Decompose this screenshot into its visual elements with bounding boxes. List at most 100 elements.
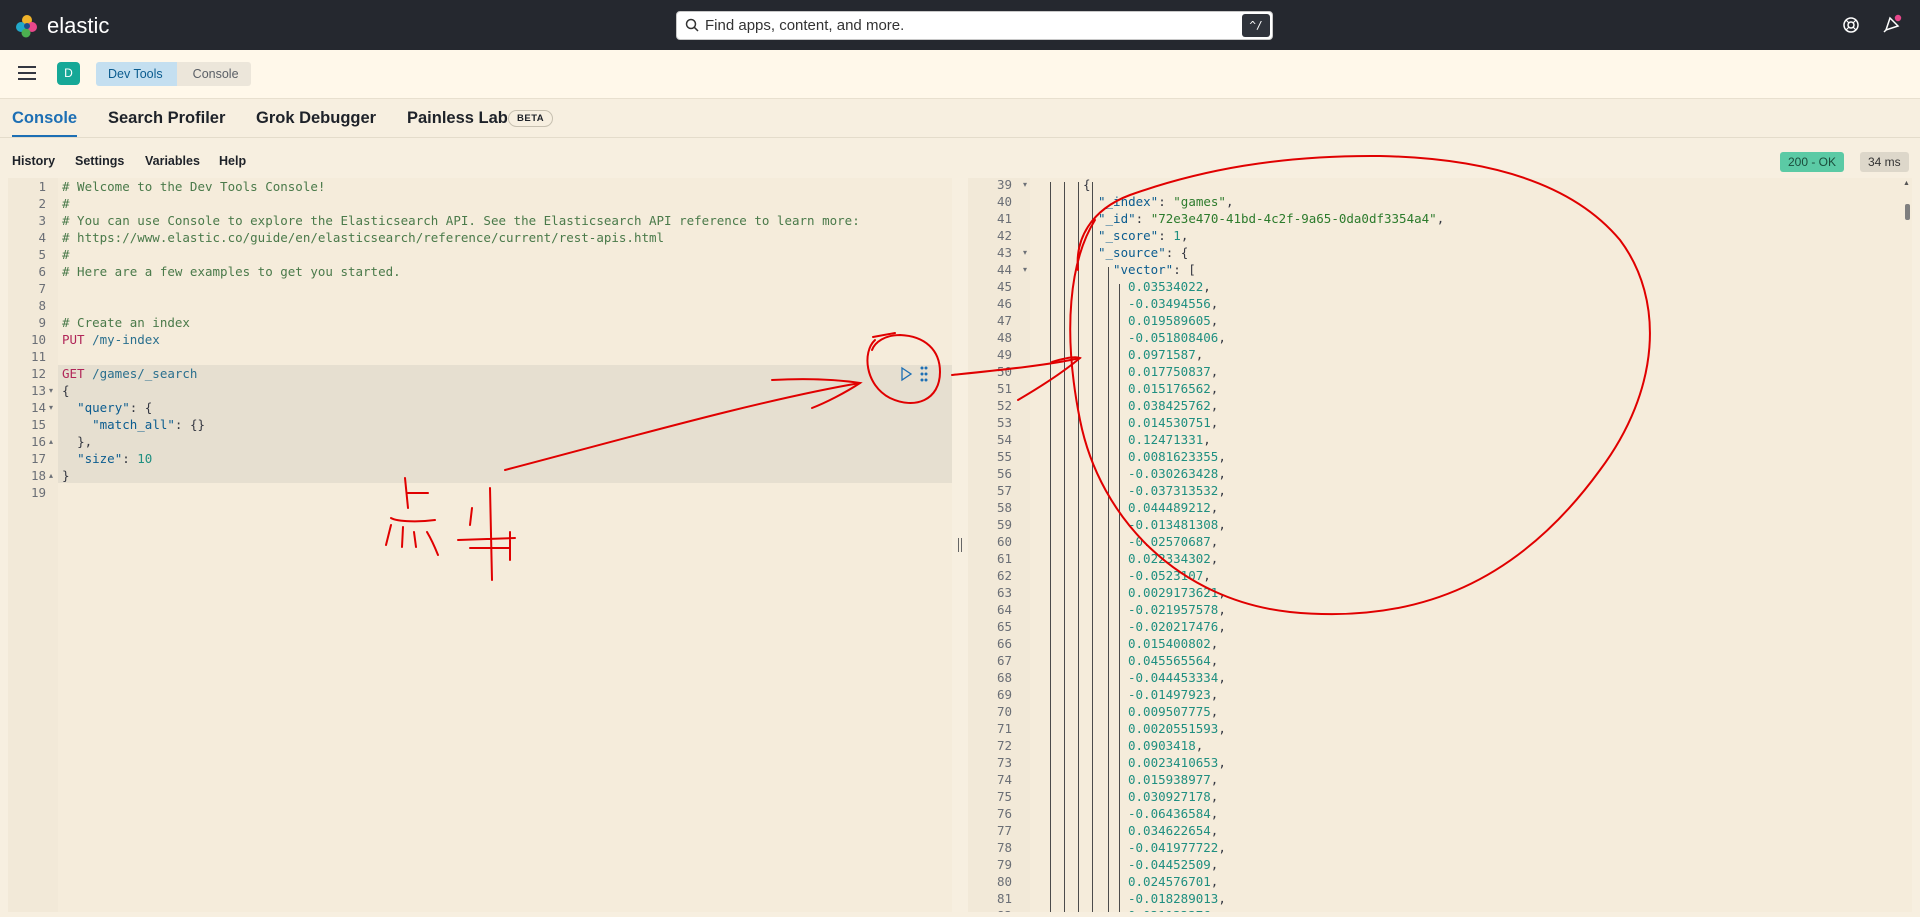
json-punct: { <box>1083 178 1091 192</box>
vector-value: 0.015400802 <box>1128 636 1211 651</box>
response-line-number: 75 <box>996 789 1012 804</box>
json-punct: , <box>1218 330 1226 345</box>
json-punct: , <box>1218 585 1226 600</box>
json-punct: , <box>1218 840 1226 855</box>
response-code-line: -0.04452509, <box>1128 856 1218 873</box>
send-request-icon[interactable] <box>901 366 913 382</box>
indent-guide <box>1119 284 1120 912</box>
vector-value: -0.0523107 <box>1128 568 1204 583</box>
response-code-line: -0.06436584, <box>1128 805 1218 822</box>
indent-guide <box>1108 267 1109 912</box>
newsfeed-icon[interactable] <box>1882 14 1902 34</box>
response-editor[interactable]: 39 ▾ {40 "_index": "games", 41 "_id": "72e3e4… <box>968 178 1912 912</box>
vector-value: 0.12471331 <box>1128 432 1204 447</box>
fold-toggle-icon[interactable]: ▾ <box>49 399 53 416</box>
request-options-icon[interactable] <box>920 366 928 382</box>
http-method: GET <box>62 366 85 381</box>
hamburger-menu-icon[interactable] <box>18 65 38 81</box>
variables-button[interactable]: Variables <box>145 154 200 168</box>
json-punct: : <box>1158 194 1174 209</box>
json-punct: : <box>1165 245 1181 260</box>
tab-painless-lab[interactable]: Painless Lab <box>407 109 508 128</box>
help-button[interactable]: Help <box>219 154 246 168</box>
json-punct: , <box>1218 483 1226 498</box>
history-button[interactable]: History <box>12 154 55 168</box>
json-punct: , <box>1210 806 1219 821</box>
response-line-number: 50 <box>996 364 1012 379</box>
scroll-up-icon[interactable]: ▲ <box>1903 180 1910 187</box>
search-input[interactable] <box>703 16 1227 35</box>
response-code-line: 0.0971587, <box>1128 346 1203 363</box>
vector-value: -0.018289013 <box>1128 891 1219 906</box>
response-code-line: -0.02570687, <box>1128 533 1218 550</box>
breadcrumb-dev-tools[interactable]: Dev Tools <box>96 62 177 86</box>
comment: # https://www.elastic.co/guide/en/elasti… <box>62 230 665 245</box>
space-avatar[interactable]: D <box>57 62 80 85</box>
response-code-line: 0.015938977, <box>1128 771 1218 788</box>
fold-toggle-icon[interactable]: ▴ <box>49 467 53 484</box>
response-scrollbar[interactable] <box>1904 178 1912 912</box>
json-punct: , <box>1218 449 1226 464</box>
request-line-number: 6 <box>38 264 46 279</box>
vector-value: 0.044489212 <box>1128 500 1211 515</box>
vector-value: 0.022334302 <box>1128 551 1211 566</box>
response-line-number: 46 <box>996 296 1012 311</box>
json-punct: , <box>1218 721 1226 736</box>
response-line-number: 63 <box>996 585 1012 600</box>
response-code-line: 0.0023410653, <box>1128 754 1226 771</box>
json-key: "match_all" <box>92 417 175 432</box>
fold-toggle-icon[interactable]: ▾ <box>1023 261 1027 278</box>
response-line-number: 62 <box>996 568 1012 583</box>
vector-value: 0.034622654 <box>1128 823 1211 838</box>
elastic-logo[interactable]: elastic <box>15 13 109 39</box>
json-punct: : <box>1135 211 1151 226</box>
fold-toggle-icon[interactable]: ▾ <box>1023 244 1027 261</box>
fold-toggle-icon[interactable]: ▴ <box>49 433 53 450</box>
json-punct: , <box>1218 602 1226 617</box>
request-actions <box>901 366 928 382</box>
help-icon[interactable] <box>1842 16 1860 34</box>
request-line-number: 3 <box>38 213 46 228</box>
resize-handle-icon[interactable] <box>958 538 962 552</box>
settings-button[interactable]: Settings <box>75 154 124 168</box>
elastic-logo-icon <box>16 15 37 38</box>
response-code-line: -0.013481308, <box>1128 516 1226 533</box>
global-header: elastic ^/ <box>0 0 1920 50</box>
vector-value: 0.015176562 <box>1128 381 1211 396</box>
fold-toggle-icon[interactable]: ▾ <box>49 382 53 399</box>
request-line-number: 17 <box>30 451 46 466</box>
vector-value: -0.030263428 <box>1128 466 1219 481</box>
json-key: "_id" <box>1098 211 1136 226</box>
tab-console[interactable]: Console <box>12 109 77 128</box>
response-scrollbar-thumb[interactable] <box>1905 204 1910 220</box>
vector-value: 0.0903418 <box>1128 738 1196 753</box>
json-punct: , <box>1225 194 1234 209</box>
json-key: "vector" <box>1113 262 1174 277</box>
json-punct: , <box>1218 670 1226 685</box>
response-code-line: "_id": "72e3e470-41bd-4c2f-9a65-0da0df33… <box>1098 210 1444 227</box>
vector-value: 0.03534022 <box>1128 279 1204 294</box>
response-code-line: 0.021132376, <box>1128 907 1218 912</box>
vector-value: 0.015938977 <box>1128 772 1211 787</box>
active-tab-indicator <box>12 135 77 137</box>
tab-grok-debugger[interactable]: Grok Debugger <box>256 109 376 128</box>
request-editor[interactable]: 1 # Welcome to the Dev Tools Console! 2 #3 #… <box>8 178 952 912</box>
request-code-line: { <box>62 382 70 399</box>
response-code-line: -0.018289013, <box>1128 890 1226 907</box>
request-code-line: # <box>62 195 70 212</box>
vector-value: -0.013481308 <box>1128 517 1219 532</box>
response-code-line: 0.009507775, <box>1128 703 1218 720</box>
json-punct: , <box>1210 364 1219 379</box>
response-code-line: -0.044453334, <box>1128 669 1226 686</box>
fold-toggle-icon[interactable]: ▾ <box>1023 178 1027 193</box>
response-code-line: -0.021957578, <box>1128 601 1226 618</box>
response-line-number: 74 <box>996 772 1012 787</box>
response-code-line: { <box>1083 178 1091 193</box>
response-code-line: -0.020217476, <box>1128 618 1226 635</box>
tab-search-profiler[interactable]: Search Profiler <box>108 109 225 128</box>
request-line-number: 8 <box>38 298 46 313</box>
response-line-number: 58 <box>996 500 1012 515</box>
global-search[interactable]: ^/ <box>676 11 1273 40</box>
